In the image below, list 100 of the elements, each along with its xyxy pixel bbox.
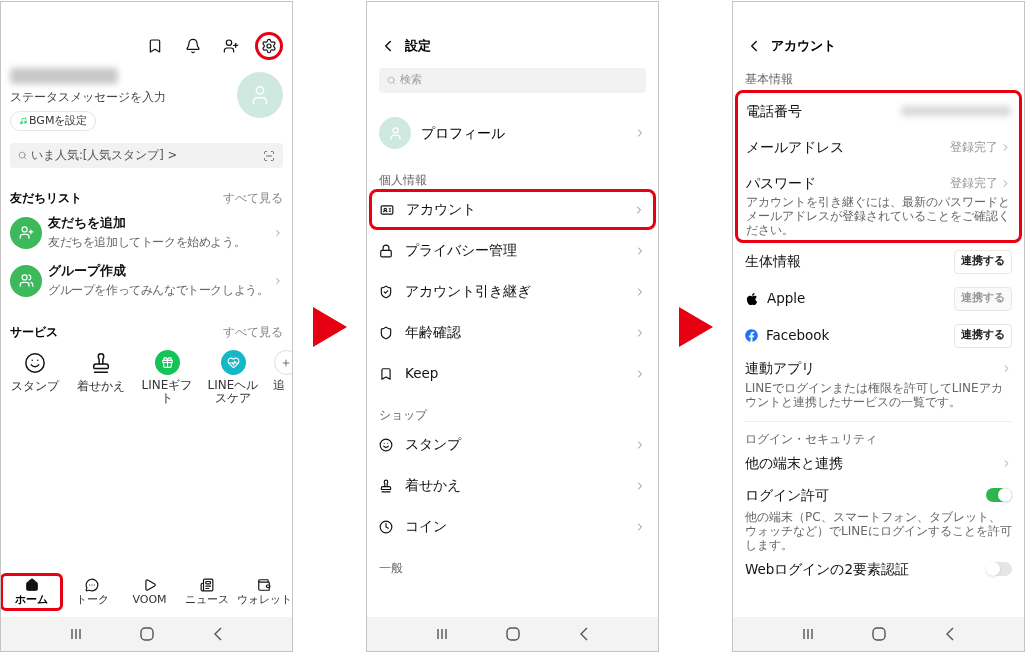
screen-title: 設定	[405, 37, 431, 56]
add-friend-icon	[18, 225, 34, 241]
toggle-switch[interactable]	[986, 562, 1012, 576]
search-icon	[18, 151, 27, 161]
back-icon[interactable]	[212, 627, 223, 641]
screen-title: アカウント	[771, 37, 836, 56]
home-button-icon[interactable]	[506, 627, 521, 641]
section-header: 基本情報	[745, 72, 794, 86]
scan-icon	[263, 149, 275, 162]
bell-icon	[185, 38, 201, 54]
search-field[interactable]: いま人気:[人気スタンプ] >	[10, 143, 283, 169]
lock-icon	[379, 243, 393, 258]
row-subtitle: グループを作ってみんなでトークしよう。	[48, 282, 270, 300]
id-card-icon	[380, 202, 394, 217]
tab[interactable]: ウォレット	[235, 573, 292, 611]
see-all-link[interactable]: すべて見る	[223, 189, 283, 208]
settings-row[interactable]: スタンプ	[379, 424, 646, 465]
connect-button[interactable]: 連携する	[954, 323, 1012, 348]
add-friend-icon	[223, 38, 239, 54]
chevron-right-icon	[273, 275, 283, 286]
search-input[interactable]: 検索	[400, 72, 638, 89]
recent-apps-icon[interactable]	[70, 628, 83, 640]
profile-row[interactable]: プロフィール	[379, 107, 646, 159]
settings-button[interactable]	[255, 32, 283, 60]
recent-apps-icon[interactable]	[802, 628, 815, 640]
status-message[interactable]: ステータスメッセージを入力	[10, 89, 166, 107]
music-note-icon	[19, 117, 27, 126]
settings-row[interactable]: アカウント	[369, 189, 656, 230]
friend-action-row[interactable]: 友だちを追加 友だちを追加してトークを始めよう。	[10, 210, 283, 256]
clock-icon	[379, 519, 393, 534]
stamp-icon	[379, 478, 393, 493]
healthcare-app-icon	[220, 350, 246, 376]
account-row[interactable]: 電話番号	[746, 93, 1011, 129]
facebook-logo-icon	[745, 329, 758, 342]
row-title: 友だちを追加	[48, 214, 127, 233]
next-step-arrow-icon	[678, 306, 713, 347]
row-subtitle: 友だちを追加してトークを始めよう。	[48, 234, 247, 252]
tab[interactable]: ニュース	[178, 573, 236, 611]
search-input[interactable]: いま人気:[人気スタンプ] >	[31, 147, 259, 165]
security-row[interactable]: Webログインの2要素認証	[745, 554, 1012, 584]
stamp-icon	[90, 352, 112, 375]
service-item[interactable]: 追	[268, 350, 290, 406]
search-icon	[387, 76, 396, 85]
news-icon	[199, 578, 214, 592]
service-item[interactable]: LINEギフト	[136, 350, 198, 406]
settings-row[interactable]: アカウント引き継ぎ	[379, 271, 646, 312]
row-title: グループ作成	[48, 262, 127, 281]
section-header: 個人情報	[379, 172, 428, 189]
apple-logo-icon	[745, 291, 759, 306]
section-title: サービス	[10, 323, 58, 341]
service-label: LINEギフト	[140, 379, 194, 406]
shield-icon	[379, 325, 393, 340]
note-text: アカウントを引き継ぐには、最新のパスワードとメールアドレスが登録されていることをご確認ください。	[746, 195, 1011, 237]
security-row[interactable]: ログイン許可 他の端末（PC、スマートフォン、タブレット、ウォッチなど）でLINEにログインすることを許可します。	[745, 480, 1012, 552]
home-button-icon[interactable]	[872, 627, 887, 641]
settings-row[interactable]: 着せかえ	[379, 465, 646, 506]
service-item[interactable]: スタンプ	[4, 350, 66, 406]
service-label: 追	[273, 379, 285, 393]
account-row[interactable]: メールアドレス 登録完了	[746, 129, 1011, 165]
search-field[interactable]: 検索	[379, 68, 646, 93]
settings-row[interactable]: コイン	[379, 506, 646, 547]
service-item[interactable]: 着せかえ	[70, 350, 132, 406]
service-label: LINEヘルスケア	[206, 379, 260, 406]
service-label: スタンプ	[10, 380, 61, 394]
bookmark-icon	[379, 366, 393, 381]
home-icon	[24, 578, 39, 592]
settings-row[interactable]: Keep	[379, 353, 646, 394]
settings-row[interactable]: プライバシー管理	[379, 230, 646, 271]
add-group-icon	[18, 273, 34, 289]
security-row[interactable]: 他の端末と連携	[745, 448, 1012, 478]
tab[interactable]: VOOM	[120, 573, 179, 611]
toggle-switch[interactable]	[986, 488, 1012, 502]
section-header: 一般	[379, 560, 404, 577]
service-label: 着せかえ	[76, 380, 126, 394]
tab[interactable]: トーク	[63, 573, 121, 611]
section-header: ログイン・セキュリティ	[745, 432, 878, 446]
chat-bubble-icon	[85, 578, 100, 592]
shield-check-icon	[379, 284, 393, 299]
see-all-link[interactable]: すべて見る	[223, 323, 283, 342]
linked-apps-row[interactable]: 連動アプリ LINEでログインまたは権限を許可してLINEアカウントと連携したサービスの一覧です。	[745, 355, 1012, 409]
settings-icon	[261, 38, 277, 54]
settings-row[interactable]: 年齢確認	[379, 312, 646, 353]
gift-app-icon	[154, 350, 180, 376]
smile-icon	[24, 352, 46, 375]
back-icon[interactable]	[578, 627, 589, 641]
bookmark-icon	[147, 38, 163, 54]
chevron-right-icon	[273, 227, 283, 238]
recent-apps-icon[interactable]	[436, 628, 449, 640]
row-label: 生体情報	[745, 252, 802, 272]
section-header: ショップ	[379, 407, 429, 424]
friend-action-row[interactable]: グループ作成 グループを作ってみんなでトークしよう。	[10, 258, 283, 304]
section-title: 友だちリスト	[10, 189, 82, 207]
play-icon	[142, 578, 157, 592]
tab[interactable]: ホーム	[1, 573, 64, 611]
smile-icon	[379, 437, 393, 452]
home-button-icon[interactable]	[140, 627, 155, 641]
back-icon[interactable]	[944, 627, 955, 641]
service-item[interactable]: LINEヘルスケア	[202, 350, 264, 406]
connect-button[interactable]: 連携する	[954, 249, 1012, 274]
row-label: Facebook	[766, 326, 831, 346]
